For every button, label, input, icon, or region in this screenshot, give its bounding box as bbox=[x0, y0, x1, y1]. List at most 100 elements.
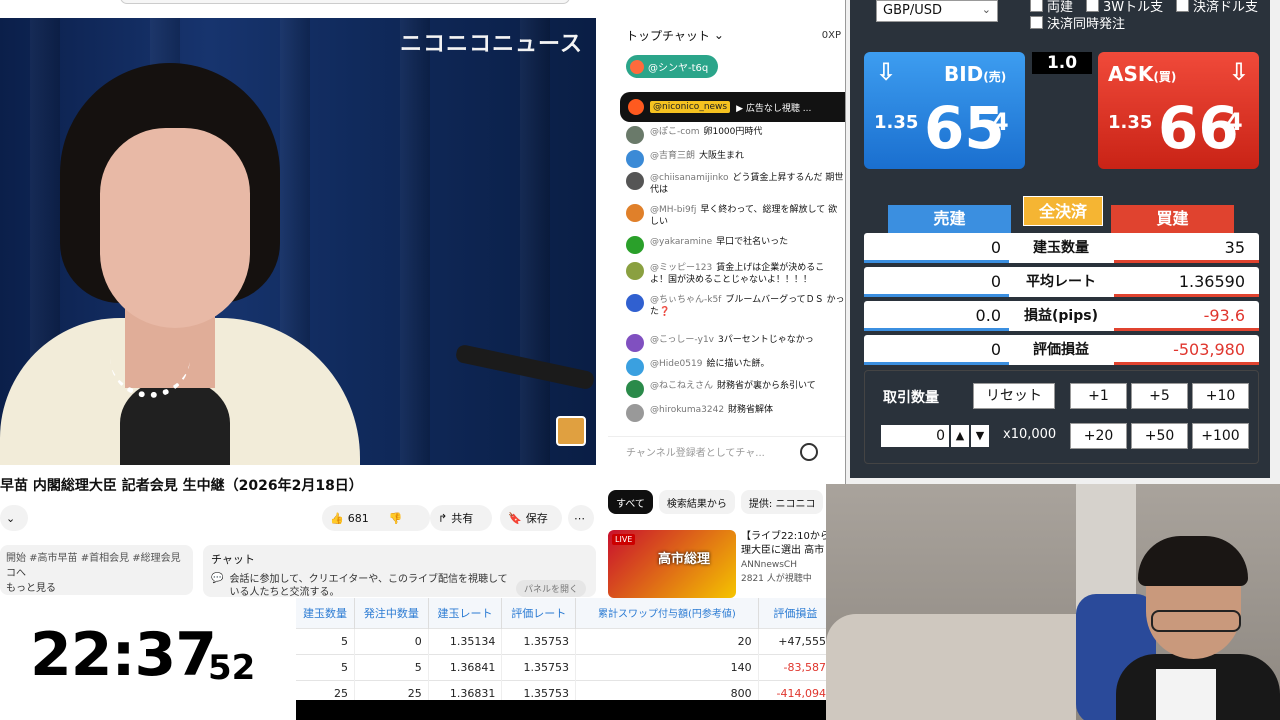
thumbs-down-icon[interactable]: 👎 bbox=[389, 512, 403, 525]
chat-message-body: @吉育三朗 大阪生まれ bbox=[650, 150, 744, 168]
qty-plus-5-button[interactable]: +5 bbox=[1131, 383, 1188, 409]
positions-table: 建玉数量 発注中数量 建玉レート 評価レート 累計スワップ付与額(円参考値) 評価損益 5… bbox=[296, 598, 834, 706]
avatar bbox=[626, 172, 644, 190]
buy-side-value: 1.36590 bbox=[1178, 272, 1245, 291]
checkbox-box bbox=[1176, 0, 1189, 12]
qty-plus-10-button[interactable]: +10 bbox=[1192, 383, 1249, 409]
more-icon: ⋯ bbox=[574, 511, 585, 525]
chat-message[interactable]: @吉育三朗 大阪生まれ bbox=[626, 150, 845, 168]
streamer-hair bbox=[1138, 536, 1248, 586]
checkbox-label: 決済同時発注 bbox=[1047, 17, 1126, 32]
video-player[interactable]: ニコニコニュース bbox=[0, 18, 596, 465]
chat-username: @yakaramine bbox=[650, 237, 713, 247]
row-label: 平均レート bbox=[1026, 274, 1096, 290]
video-action-bar: ⌄ 👍 681 👎 ↱ 共有 🔖 保存 ⋯ bbox=[0, 505, 596, 531]
quantity-input[interactable]: 0 bbox=[881, 425, 949, 447]
avatar bbox=[626, 334, 644, 352]
reset-button[interactable]: リセット bbox=[973, 383, 1055, 409]
related-video-thumbnail[interactable]: LIVE 高市総理 bbox=[608, 530, 736, 598]
column-header[interactable]: 建玉レート bbox=[428, 598, 503, 628]
clock-widget: 22:37 52 bbox=[0, 600, 296, 720]
curtain-fold bbox=[520, 18, 550, 465]
avatar bbox=[626, 126, 644, 144]
column-header[interactable]: 建玉数量 bbox=[296, 598, 356, 628]
chat-text: 早口で社名いった bbox=[716, 237, 789, 247]
chat-message[interactable]: @ねこねえさん 財務省が裏から糸引いて bbox=[626, 380, 845, 398]
position-summary-row: 0.0 損益(pips) -93.6 bbox=[864, 301, 1259, 331]
chat-text: 3パーセントじゃなかっ bbox=[718, 335, 814, 345]
pair-label: GBP/USD bbox=[883, 3, 942, 18]
chevron-down-icon: ⌄ bbox=[6, 511, 16, 525]
spin-up-icon[interactable]: ▲ bbox=[951, 425, 969, 447]
column-header[interactable]: 評価損益 bbox=[758, 598, 834, 628]
close-all-button[interactable]: 全決済 bbox=[1023, 196, 1103, 226]
chat-promo-box: チャット 💬 会話に参加して、クリエイターや、このライブ配信を視聴している人たち… bbox=[203, 545, 596, 598]
bid-price-prefix: 1.35 bbox=[874, 112, 919, 133]
chat-message[interactable]: @MH-bi9fj 早く終わって、総理を解放して 欲しい bbox=[626, 204, 845, 228]
chat-username: @MH-bi9fj bbox=[650, 205, 697, 215]
bid-price-fraction: 4 bbox=[992, 108, 1009, 136]
channel-badge-icon bbox=[556, 416, 586, 446]
chat-user-pill[interactable]: @シンヤ-t6q bbox=[626, 55, 719, 78]
checkbox-simultaneous-order[interactable]: 決済同時発注 bbox=[1030, 13, 1125, 32]
tab-all[interactable]: すべて bbox=[608, 490, 653, 514]
like-count: 681 bbox=[347, 511, 369, 525]
expand-button[interactable]: ⌄ bbox=[0, 505, 28, 531]
chat-message[interactable]: @ぽこ-com 卵1000円時代 bbox=[626, 126, 845, 144]
chat-message[interactable]: @ちぃちゃん-k5f ブルームバーグってＤＳ かった❓ bbox=[626, 294, 845, 318]
thumbs-up-icon[interactable]: 👍 bbox=[330, 512, 344, 525]
qty-plus-1-button[interactable]: +1 bbox=[1070, 383, 1127, 409]
pinned-message[interactable]: @niconico_news ▶ 広告なし視聴 ... bbox=[620, 92, 845, 122]
tab-provider[interactable]: 提供: ニコニコ bbox=[740, 490, 824, 514]
avatar bbox=[626, 150, 644, 168]
row-label: 損益(pips) bbox=[1024, 308, 1098, 324]
column-header[interactable]: 発注中数量 bbox=[354, 598, 429, 628]
table-row[interactable]: 5 0 1.35134 1.35753 20 +47,555 bbox=[296, 627, 834, 654]
chat-message[interactable]: @chiisanamijinko どう賃金上昇するんだ 期世代は bbox=[626, 172, 845, 196]
chat-input[interactable]: チャンネル登録者としてチャ... bbox=[626, 444, 786, 459]
niconico-news-logo: ニコニコニュース bbox=[400, 32, 583, 57]
checkbox-label: 決済ドル支 bbox=[1193, 0, 1259, 15]
currency-pair-select[interactable]: GBP/USD ⌄ bbox=[876, 0, 998, 22]
chat-message[interactable]: @ミッピー123 賃金上げは企業が決めるこ よ！国が決めることじゃないよ！！！！ bbox=[626, 262, 845, 286]
chat-username: @ちぃちゃん-k5f bbox=[650, 295, 722, 305]
live-chat-panel: トップチャット ⌄ 0XP @シンヤ-t6q @niconico_news ▶ … bbox=[608, 18, 845, 468]
ask-sub: (買) bbox=[1153, 70, 1177, 84]
qty-plus-100-button[interactable]: +100 bbox=[1192, 423, 1249, 449]
chat-header: トップチャット ⌄ 0XP bbox=[608, 18, 845, 52]
share-button[interactable]: ↱ 共有 bbox=[430, 505, 492, 531]
more-button[interactable]: ⋯ bbox=[568, 505, 594, 531]
description-box[interactable]: 開始 #高市早苗 #首相会見 #総理会見 コへ もっと見る bbox=[0, 545, 193, 595]
glasses bbox=[1151, 610, 1241, 632]
spin-down-icon[interactable]: ▼ bbox=[971, 425, 989, 447]
ask-buy-button[interactable]: ASK(買) ⇩ 1.35 66 4 bbox=[1098, 52, 1259, 169]
chat-message-body: @hirokuma3242 財務省解体 bbox=[650, 404, 773, 422]
user-handle: @シンヤ-t6q bbox=[648, 63, 709, 74]
column-header[interactable]: 評価レート bbox=[501, 598, 577, 628]
chat-mode-select[interactable]: トップチャット bbox=[626, 27, 710, 44]
save-button[interactable]: 🔖 保存 bbox=[500, 505, 562, 531]
emoji-icon[interactable] bbox=[800, 443, 818, 461]
bid-label: BID(売) bbox=[944, 62, 1006, 86]
column-header[interactable]: 累計スワップ付与額(円参考値) bbox=[575, 598, 759, 628]
checkbox-settle-dollar[interactable]: 決済ドル支 bbox=[1176, 0, 1258, 15]
qty-plus-50-button[interactable]: +50 bbox=[1131, 423, 1188, 449]
chat-message[interactable]: @Hide0519 絵に描いた餅。 bbox=[626, 358, 845, 376]
qty-plus-20-button[interactable]: +20 bbox=[1070, 423, 1127, 449]
ask-text: ASK bbox=[1108, 62, 1154, 86]
sell-underline bbox=[864, 294, 1009, 297]
avatar bbox=[626, 404, 644, 422]
tab-from-search[interactable]: 検索結果から bbox=[658, 490, 735, 514]
search-bar-edge[interactable] bbox=[120, 0, 570, 4]
chevron-down-icon[interactable]: ⌄ bbox=[714, 28, 724, 42]
description-tags: 開始 #高市早苗 #首相会見 #総理会見 bbox=[6, 553, 181, 564]
show-more-link[interactable]: もっと見る bbox=[6, 581, 187, 596]
sell-header: 売建 bbox=[888, 205, 1011, 233]
bid-sell-button[interactable]: ⇩ BID(売) 1.35 65 4 bbox=[864, 52, 1025, 169]
chat-message[interactable]: @こっしー-y1v 3パーセントじゃなかっ bbox=[626, 334, 845, 352]
chat-message[interactable]: @yakaramine 早口で社名いった bbox=[626, 236, 845, 254]
open-panel-button[interactable]: パネルを開く bbox=[515, 580, 586, 597]
table-row[interactable]: 5 5 1.36841 1.35753 140 -83,587 bbox=[296, 653, 834, 680]
arrow-down-icon: ⇩ bbox=[1228, 58, 1249, 86]
chat-message[interactable]: @hirokuma3242 財務省解体 bbox=[626, 404, 845, 422]
